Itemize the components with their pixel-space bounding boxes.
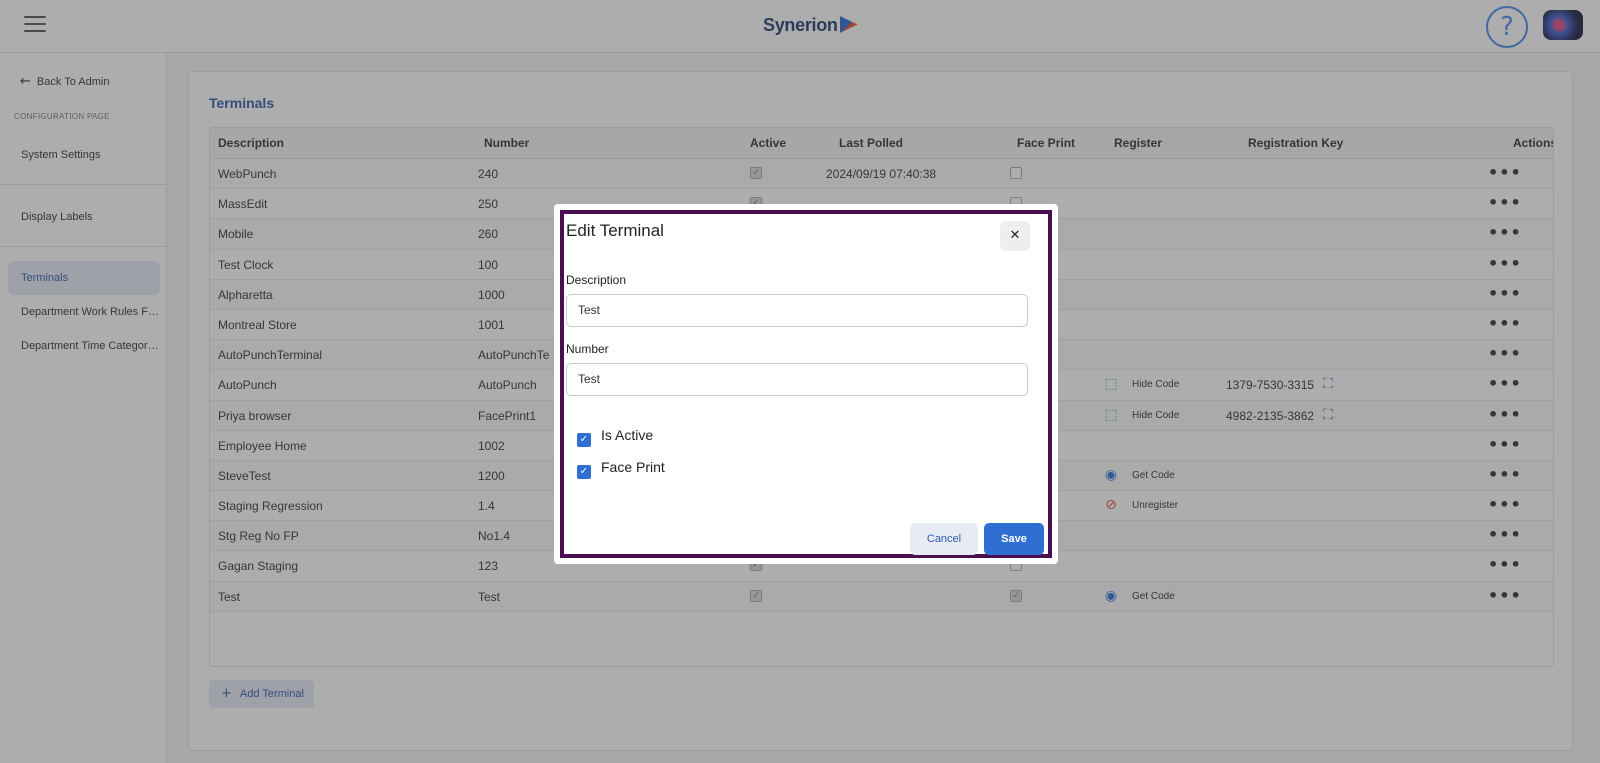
- is-active-label: Is Active: [601, 427, 654, 443]
- dialog-title: Edit Terminal: [566, 221, 664, 240]
- face-print-checkbox[interactable]: ✓: [577, 465, 591, 479]
- face-print-label: Face Print: [601, 459, 665, 475]
- face-print-checkbox-row[interactable]: ✓ Face Print: [577, 459, 665, 479]
- is-active-checkbox-row[interactable]: ✓ Is Active: [577, 427, 653, 447]
- number-label: Number: [566, 342, 609, 356]
- save-button[interactable]: Save: [984, 523, 1044, 555]
- number-input[interactable]: Test: [566, 363, 1028, 396]
- dialog-focus-frame: Edit Terminal ✕ Description Test Number …: [560, 210, 1052, 558]
- is-active-checkbox[interactable]: ✓: [577, 433, 591, 447]
- close-icon[interactable]: ✕: [1000, 221, 1030, 251]
- cancel-button[interactable]: Cancel: [910, 523, 978, 555]
- description-input[interactable]: Test: [566, 294, 1028, 327]
- description-label: Description: [566, 273, 627, 287]
- edit-terminal-dialog: Edit Terminal ✕ Description Test Number …: [554, 204, 1058, 564]
